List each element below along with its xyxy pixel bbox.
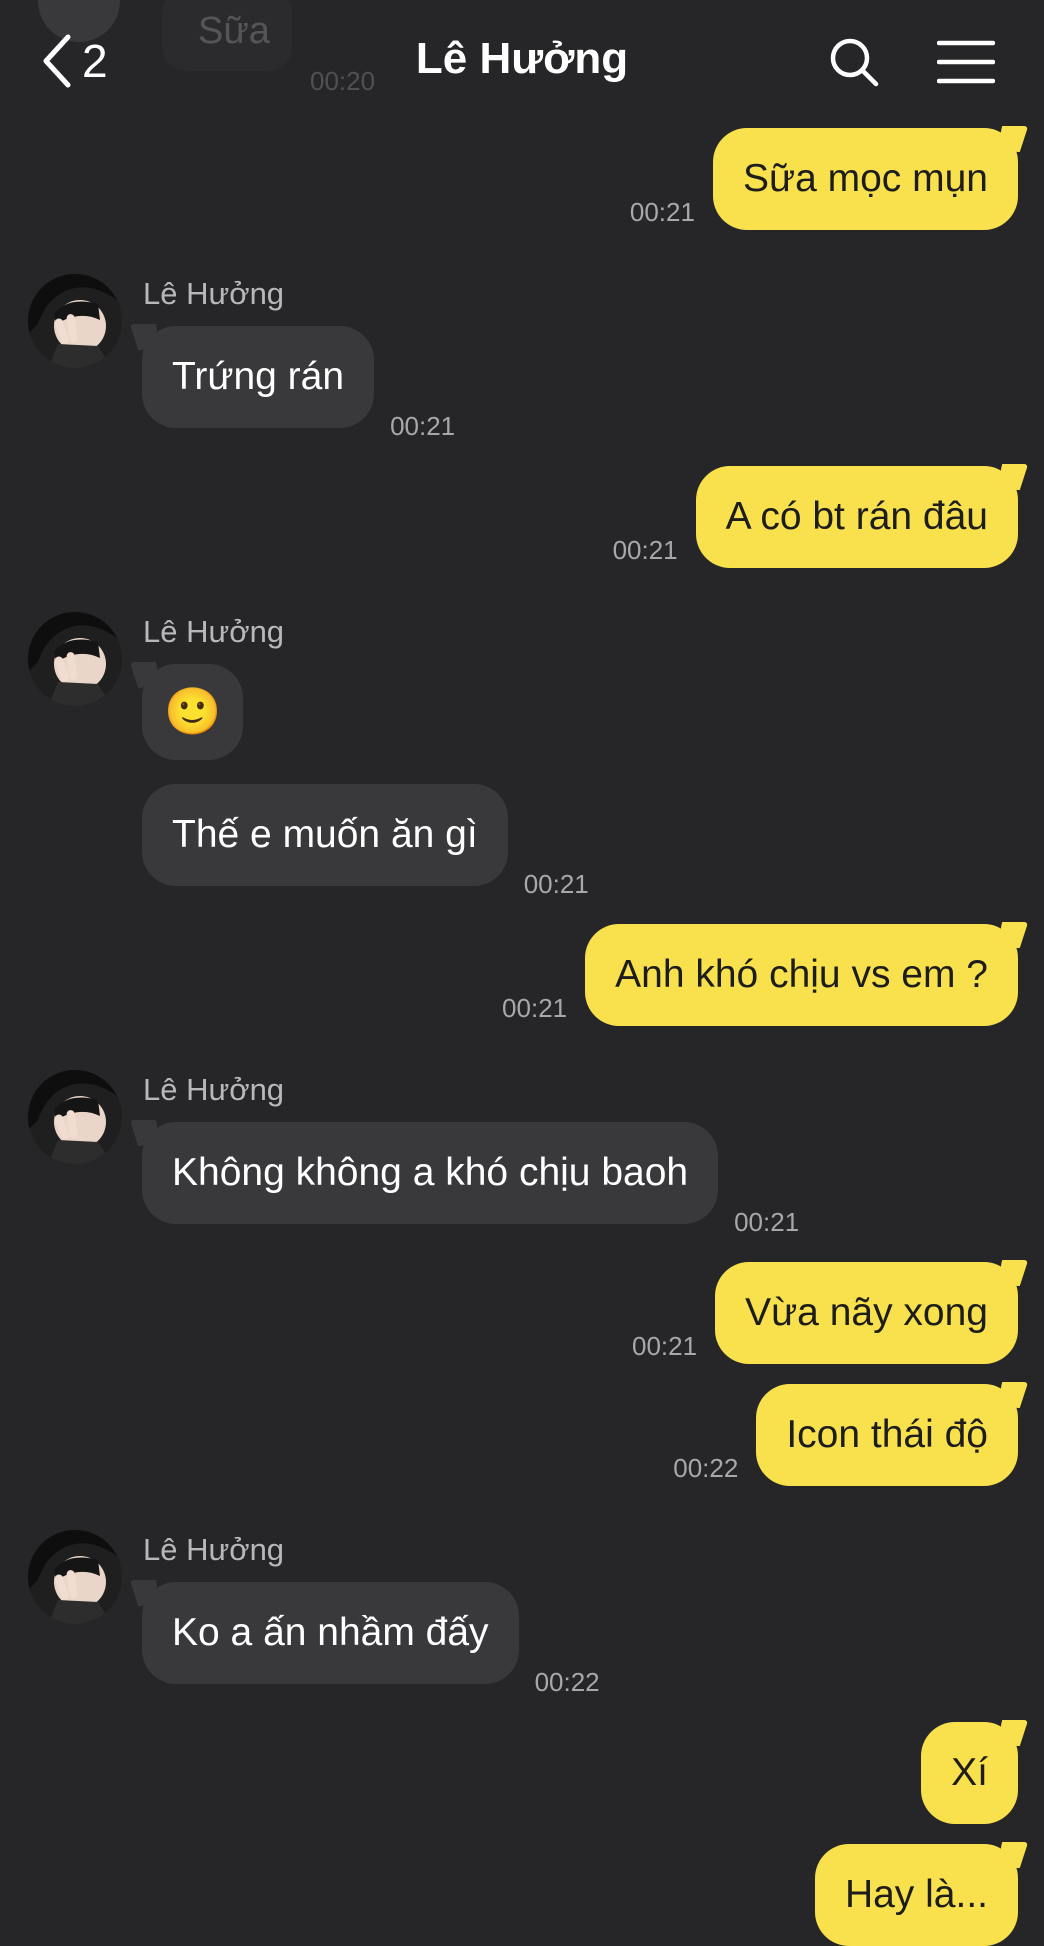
- message-list[interactable]: 00:21 Sữa mọc mụn Lê Hưởng Trứng rán 00:…: [0, 0, 1044, 1946]
- message-time: 00:21: [734, 1207, 800, 1237]
- avatar[interactable]: [28, 274, 122, 368]
- message-row-outgoing: 00:21 Anh khó chịu vs em ?: [502, 924, 1018, 1026]
- menu-button[interactable]: [934, 30, 998, 94]
- message-time: 00:21: [629, 197, 695, 227]
- message-bubble-outgoing[interactable]: Vừa nãy xong: [715, 1262, 1018, 1364]
- avatar-image: [28, 274, 122, 368]
- message-bubble-incoming[interactable]: Không không a khó chịu baoh: [142, 1122, 719, 1224]
- message-row-incoming: Thế e muốn ăn gì 00:21: [142, 784, 589, 899]
- message-bubble-outgoing[interactable]: Hay là...: [814, 1844, 1018, 1946]
- message-row-incoming: Ko a ấn nhầm đấy 00:22: [142, 1582, 600, 1697]
- chat-title: Lê Hưởng: [415, 34, 629, 83]
- message-row-outgoing: Xí: [921, 1722, 1018, 1824]
- message-row-outgoing: 00:21 Sữa mọc mụn: [630, 128, 1018, 230]
- message-bubble-incoming[interactable]: Thế e muốn ăn gì: [142, 784, 508, 886]
- message-time: 00:21: [390, 411, 456, 441]
- sender-name: Lê Hưởng: [143, 1072, 285, 1107]
- message-time: 00:21: [502, 993, 568, 1023]
- chat-header: 2 Lê Hưởng: [0, 0, 1044, 120]
- avatar-image: [28, 1070, 122, 1164]
- message-row-outgoing: 00:21 A có bt rán đâu: [613, 466, 1018, 568]
- message-bubble-incoming[interactable]: Ko a ấn nhầm đấy: [142, 1582, 519, 1684]
- avatar-image: [28, 612, 122, 706]
- menu-icon: [937, 40, 995, 84]
- search-button[interactable]: [822, 30, 886, 94]
- message-row-incoming: 🙂: [142, 664, 244, 760]
- message-bubble-outgoing[interactable]: Anh khó chịu vs em ?: [585, 924, 1018, 1026]
- message-time: 00:21: [523, 869, 589, 899]
- message-time: 00:22: [534, 1667, 600, 1697]
- message-row-outgoing: Hay là...: [814, 1844, 1018, 1946]
- message-bubble-outgoing[interactable]: A có bt rán đâu: [695, 466, 1018, 568]
- sender-name: Lê Hưởng: [143, 1532, 285, 1567]
- search-icon: [830, 38, 879, 87]
- message-row-incoming: Không không a khó chịu baoh 00:21: [142, 1122, 799, 1237]
- avatar[interactable]: [28, 1070, 122, 1164]
- message-time: 00:21: [612, 535, 678, 565]
- message-bubble-outgoing[interactable]: Xí: [921, 1722, 1018, 1824]
- sender-name: Lê Hưởng: [143, 614, 285, 649]
- avatar[interactable]: [28, 1530, 122, 1624]
- message-row-outgoing: 00:21 Vừa nãy xong: [632, 1262, 1018, 1364]
- message-time: 00:22: [673, 1453, 739, 1483]
- message-bubble-outgoing[interactable]: Sữa mọc mụn: [712, 128, 1018, 230]
- avatar[interactable]: [28, 612, 122, 706]
- avatar-image: [28, 1530, 122, 1624]
- message-bubble-outgoing[interactable]: Icon thái độ: [756, 1384, 1018, 1486]
- message-row-incoming: Trứng rán 00:21: [142, 326, 455, 441]
- message-bubble-emoji[interactable]: 🙂: [142, 664, 244, 760]
- message-bubble-incoming[interactable]: Trứng rán: [142, 326, 375, 428]
- message-time: 00:21: [631, 1331, 698, 1361]
- message-row-outgoing: 00:22 Icon thái độ: [673, 1384, 1018, 1486]
- sender-name: Lê Hưởng: [143, 276, 285, 311]
